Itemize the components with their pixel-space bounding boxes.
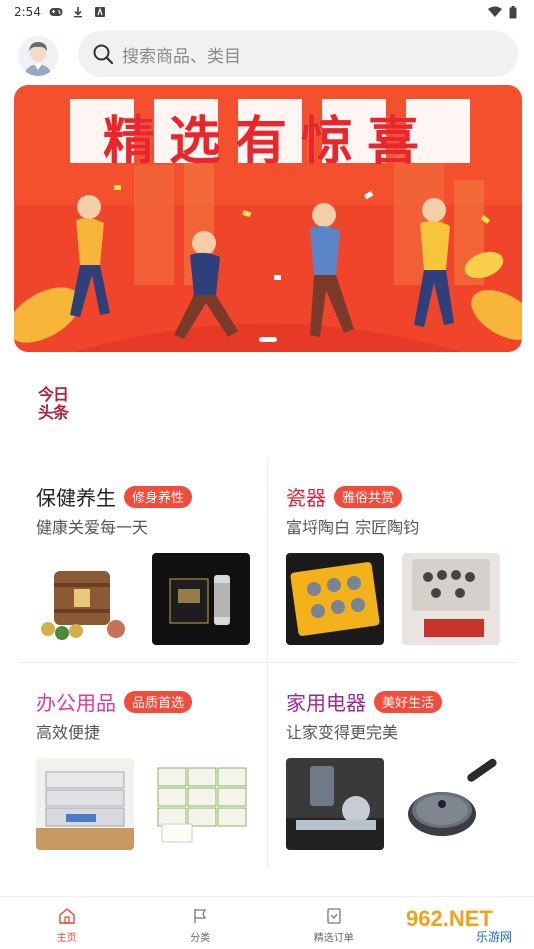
product-thumb-desk-organizer[interactable] (36, 758, 134, 850)
category-icon (194, 909, 207, 923)
nav-orders[interactable]: 精选订单 (267, 897, 401, 949)
avatar[interactable] (18, 36, 58, 76)
category-subtitle: 让家变得更完美 (286, 723, 399, 742)
product-thumb-tissue-pack[interactable] (152, 758, 250, 850)
app-notification-icon (93, 5, 107, 19)
banner-title: 精选有惊喜 (102, 112, 433, 172)
category-subtitle: 高效便捷 (36, 723, 101, 742)
today-headline-logo[interactable]: 今日 头条 (38, 386, 80, 428)
banner-pagination (259, 337, 277, 342)
home-icon (59, 908, 75, 924)
product-thumb-gift-box[interactable] (152, 553, 250, 645)
nav-label: 精选订单 (313, 933, 354, 944)
order-icon (327, 908, 341, 924)
download-icon (71, 5, 85, 19)
category-title: 瓷器 (286, 486, 326, 510)
banner-dot[interactable] (259, 337, 277, 342)
search-input[interactable]: 搜索商品、类目 (122, 42, 241, 67)
category-porcelain[interactable]: 瓷器 雅俗共赏 富埒陶白 宗匠陶钧 (268, 458, 518, 663)
category-tag: 美好生活 (374, 690, 443, 713)
header: 搜索商品、类目 (0, 28, 534, 78)
product-thumb-tea-set[interactable] (402, 553, 500, 645)
search-icon (93, 44, 114, 65)
promo-banner[interactable]: 精选有惊喜 (14, 85, 522, 352)
category-appliances[interactable]: 家用电器 美好生活 让家变得更完美 (268, 663, 518, 868)
status-time: 2:54 (14, 5, 41, 19)
status-bar: 2:54 (0, 0, 534, 24)
headline-line-2: 头条 (38, 403, 69, 422)
nav-label: 主页 (56, 933, 77, 944)
nav-home[interactable]: 主页 (0, 897, 134, 949)
category-grid: 保健养生 修身养性 健康关爱每一天 瓷器 雅俗共赏 富埒陶白 宗匠陶钧 办公用品… (18, 458, 518, 868)
gamepad-icon (49, 5, 63, 19)
product-thumb-tea-bucket[interactable] (36, 553, 134, 645)
product-thumb-car-ornament[interactable] (286, 758, 384, 850)
site-watermark: 962.NET 乐游网 (392, 896, 534, 949)
nav-label: 分类 (190, 933, 211, 944)
product-thumb-frying-pan[interactable] (402, 758, 500, 850)
category-subtitle: 健康关爱每一天 (36, 518, 149, 537)
category-title: 保健养生 (36, 486, 116, 510)
product-thumb-cup-set[interactable] (286, 553, 384, 645)
user-avatar-icon (18, 36, 58, 76)
category-subtitle: 富埒陶白 宗匠陶钧 (286, 518, 420, 537)
category-tag: 品质首选 (124, 690, 193, 713)
battery-icon (506, 5, 520, 19)
category-health[interactable]: 保健养生 修身养性 健康关爱每一天 (18, 458, 268, 663)
category-tag: 雅俗共赏 (334, 485, 403, 508)
category-title: 家用电器 (286, 691, 366, 715)
category-title: 办公用品 (36, 691, 116, 715)
search-bar[interactable]: 搜索商品、类目 (78, 31, 518, 77)
headline-line-1: 今日 (38, 385, 69, 404)
category-office[interactable]: 办公用品 品质首选 高效便捷 (18, 663, 268, 868)
wifi-icon (488, 5, 502, 19)
nav-category[interactable]: 分类 (134, 897, 268, 949)
category-tag: 修身养性 (124, 485, 193, 508)
watermark-brand: 962.NET (406, 906, 493, 931)
watermark-sub: 乐游网 (476, 930, 512, 944)
